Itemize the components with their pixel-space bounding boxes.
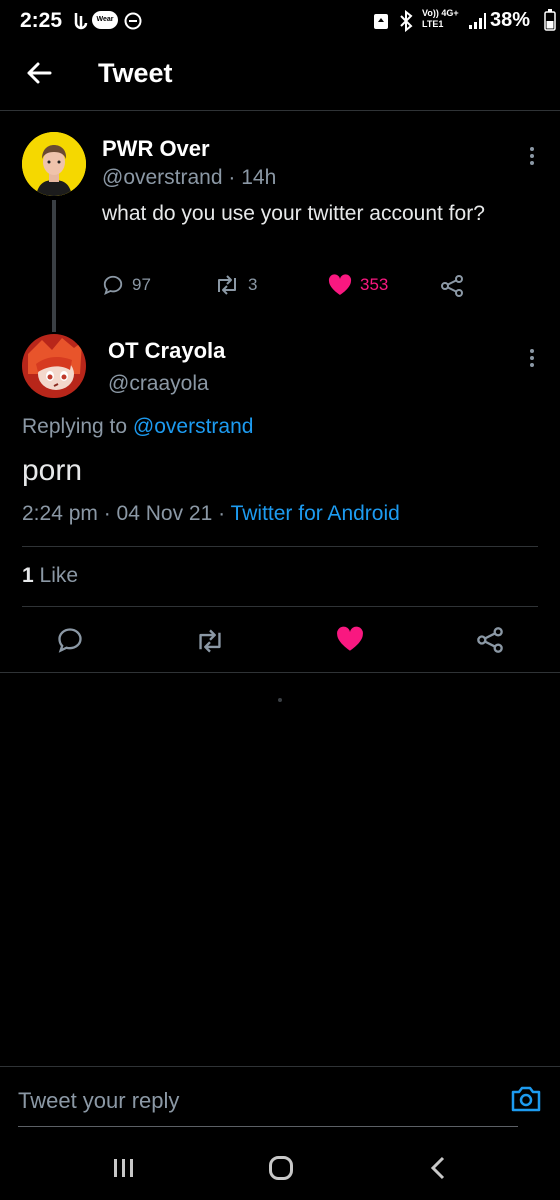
status-time: 2:25 xyxy=(20,9,63,32)
main-like-button[interactable] xyxy=(336,626,364,657)
page-title: Tweet xyxy=(98,58,173,88)
replying-to-handle[interactable]: @overstrand xyxy=(133,415,254,438)
main-more-icon[interactable] xyxy=(530,346,536,370)
main-tweet-text: porn xyxy=(22,454,83,487)
loading-dot xyxy=(278,698,282,702)
status-bar: 2:25 Wear Vo)) 4G+ LTE1 38% xyxy=(0,0,560,42)
heart-icon xyxy=(337,626,363,651)
header-divider xyxy=(0,110,560,111)
thread-connector-line xyxy=(52,200,56,332)
likes-stat[interactable]: 1 Like xyxy=(22,564,78,588)
camera-icon[interactable] xyxy=(510,1084,542,1119)
main-handle[interactable]: @craayola xyxy=(108,372,209,396)
parent-tweet-text: what do you use your twitter account for… xyxy=(102,202,485,225)
main-display-name[interactable]: OT Crayola xyxy=(108,338,225,364)
parent-reply-count: 97 xyxy=(132,275,151,294)
reply-input[interactable]: Tweet your reply xyxy=(18,1088,179,1114)
avatar-ot-crayola[interactable] xyxy=(22,334,86,398)
battery-level: 38% xyxy=(490,9,531,31)
main-reply-button[interactable] xyxy=(56,626,84,659)
tweet-source-link[interactable]: Twitter for Android xyxy=(231,502,400,525)
like-count: 1 xyxy=(22,564,34,587)
back-arrow-icon[interactable] xyxy=(24,58,54,88)
share-icon xyxy=(477,627,503,653)
parent-reply-button[interactable]: 97 xyxy=(102,274,151,296)
replying-prefix: Replying to xyxy=(22,415,128,438)
parent-display-name[interactable]: PWR Over xyxy=(102,136,210,162)
home-icon[interactable] xyxy=(268,1155,294,1186)
retweet-icon xyxy=(218,275,236,295)
tweet-timestamp: 2:24 pm · 04 Nov 21 · xyxy=(22,502,226,525)
parent-like-button[interactable]: 353 xyxy=(328,274,388,296)
parent-time-ago: · 14h xyxy=(228,166,277,189)
actions-divider xyxy=(0,672,560,673)
share-icon xyxy=(441,275,463,297)
recent-apps-icon[interactable] xyxy=(112,1156,136,1185)
parent-more-icon[interactable] xyxy=(530,144,536,168)
like-label: Like xyxy=(39,564,79,587)
battery-saver-icon xyxy=(372,11,390,36)
tweet-meta-line: 2:24 pm · 04 Nov 21 · Twitter for Androi… xyxy=(22,502,400,526)
signal-icon xyxy=(468,12,486,35)
stats-divider xyxy=(22,606,538,607)
reply-input-underline xyxy=(18,1126,518,1127)
reply-icon xyxy=(103,275,123,296)
bluetooth-icon xyxy=(398,9,414,37)
reply-bar-divider xyxy=(0,1066,560,1067)
battery-icon xyxy=(544,9,556,36)
parent-handle-line: @overstrand · 14h xyxy=(102,166,276,190)
parent-retweet-button[interactable]: 3 xyxy=(214,274,257,296)
notification-icon xyxy=(72,11,90,36)
reply-icon xyxy=(58,628,82,653)
heart-icon xyxy=(328,274,352,295)
main-retweet-button[interactable] xyxy=(194,628,226,659)
wear-badge-icon: Wear xyxy=(92,11,118,29)
parent-retweet-count: 3 xyxy=(248,275,258,294)
parent-share-button[interactable] xyxy=(440,274,464,298)
parent-handle[interactable]: @overstrand xyxy=(102,166,223,189)
parent-like-count: 353 xyxy=(360,275,389,294)
main-share-button[interactable] xyxy=(476,626,504,659)
avatar-pwr-over[interactable] xyxy=(22,132,86,196)
network-indicator: Vo)) 4G+ LTE1 xyxy=(422,8,459,29)
dnd-icon xyxy=(124,12,142,35)
replying-to-line: Replying to @overstrand xyxy=(22,415,253,439)
meta-divider xyxy=(22,546,538,547)
retweet-icon xyxy=(199,629,221,653)
back-nav-icon[interactable] xyxy=(428,1155,448,1186)
